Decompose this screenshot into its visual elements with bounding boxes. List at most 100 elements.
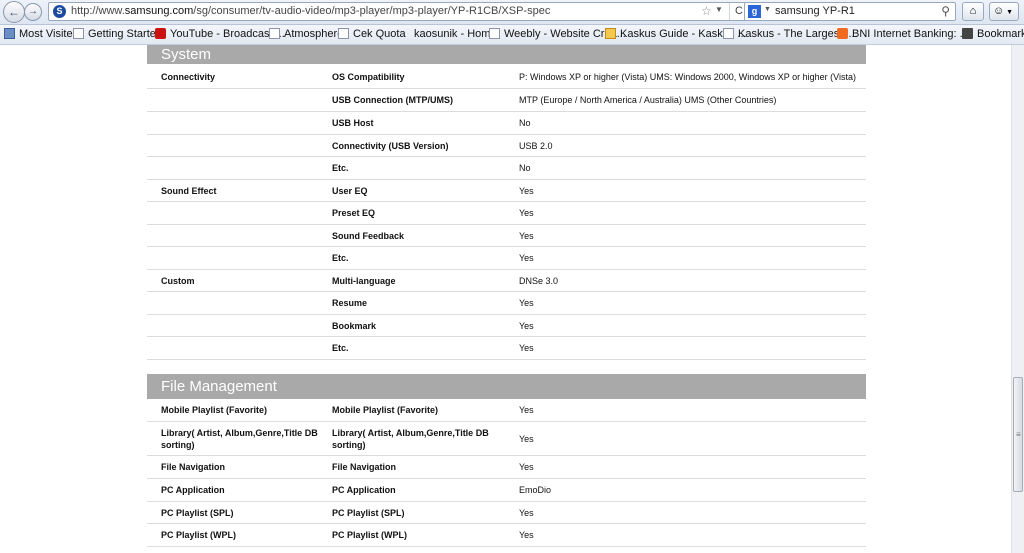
spec-group: PC Application (161, 485, 225, 495)
spec-group: Connectivity (161, 72, 216, 82)
most-visited-icon (4, 28, 15, 39)
spec-group (161, 112, 326, 134)
bookmarks-icon (962, 28, 973, 39)
table-row: Etc. No (147, 157, 866, 180)
section-title: System (161, 46, 212, 63)
bookmark-most-visited[interactable]: Most Visited (4, 28, 79, 40)
spec-label: Preset EQ (332, 208, 376, 218)
chevron-down-icon: ▼ (1004, 9, 1014, 16)
forward-arrow-icon: → (28, 6, 38, 17)
bookmark-label: Most Visited (19, 28, 79, 40)
url-text[interactable]: http://www.samsung.com/sg/consumer/tv-au… (71, 5, 550, 17)
table-row: USB Host No (147, 112, 866, 135)
page-icon (338, 28, 349, 39)
spec-label: Etc. (332, 343, 349, 353)
bookmark-atmosphere[interactable]: Atmosphere (269, 28, 343, 40)
smiley-addon-icon: ☺ (993, 5, 1005, 17)
spec-group (161, 157, 326, 179)
page-icon (489, 28, 500, 39)
google-engine-icon[interactable]: g (748, 5, 761, 18)
vertical-scrollbar[interactable]: ≡ (1011, 45, 1024, 553)
spec-label: PC Application (332, 485, 396, 495)
spec-value: EmoDio (519, 485, 552, 495)
spec-group: PC Playlist (WPL) (161, 530, 237, 540)
back-arrow-icon: ← (8, 5, 20, 19)
bookmarks-menu[interactable]: Bookmarks (962, 28, 1024, 40)
chevron-down-icon[interactable]: ▼ (764, 6, 771, 13)
spec-value: Yes (519, 433, 534, 444)
spec-label: Mobile Playlist (Favorite) (332, 405, 439, 415)
spec-label: USB Host (332, 118, 374, 128)
table-row: Resume Yes (147, 292, 866, 315)
bookmark-cek-quota[interactable]: Cek Quota (338, 28, 406, 40)
spec-label: Multi-language (332, 275, 396, 286)
forward-button[interactable]: → (24, 3, 42, 21)
bookmark-getting-started[interactable]: Getting Started (73, 28, 162, 40)
spec-value: Yes (519, 185, 534, 196)
address-bar[interactable]: S http://www.samsung.com/sg/consumer/tv-… (48, 2, 758, 21)
url-path: /sg/consumer/tv-audio-video/mp3-player/m… (193, 5, 551, 17)
bookmark-youtube[interactable]: YouTube - Broadcast ... (155, 28, 285, 40)
spec-value: USB 2.0 (519, 140, 553, 151)
spec-label: Library( Artist, Album,Genre,Title DB so… (332, 427, 489, 450)
spec-group (161, 89, 326, 111)
spec-group: Sound Effect (161, 185, 217, 196)
bookmark-bni[interactable]: BNI Internet Banking: ... (837, 28, 969, 40)
navigation-toolbar: ← → S http://www.samsung.com/sg/consumer… (0, 0, 1024, 25)
spec-value: Yes (519, 253, 534, 263)
bookmark-label: Atmosphere (284, 28, 344, 40)
spec-label: Bookmark (332, 320, 377, 331)
table-row: Etc. Yes (147, 247, 866, 270)
spec-label: Connectivity (USB Version) (332, 140, 449, 151)
bookmark-label: BNI Internet Banking: ... (852, 28, 969, 40)
spec-label: PC Playlist (SPL) (332, 507, 405, 518)
spec-value: Yes (519, 343, 534, 353)
spec-value: Yes (519, 405, 534, 415)
spec-label: USB Connection (MTP/UMS) (332, 95, 453, 105)
page-icon (269, 28, 280, 39)
search-input[interactable]: samsung YP-R1 (775, 5, 855, 17)
bookmark-label: Cek Quota (353, 28, 406, 40)
bookmarks-toolbar: Most Visited Getting Started YouTube - B… (0, 25, 1024, 45)
spec-group (161, 247, 326, 269)
spec-value: Yes (519, 298, 534, 308)
spec-label: PC Playlist (WPL) (332, 530, 408, 540)
section-header-system: System (147, 45, 866, 64)
spec-label: Resume (332, 298, 368, 308)
spec-value: No (519, 163, 531, 173)
spec-group (161, 202, 326, 224)
bookmark-label: Getting Started (88, 28, 162, 40)
table-row: Connectivity OS Compatibility P: Windows X… (147, 66, 866, 89)
url-prefix: http://www. (71, 5, 125, 17)
bookmark-star-icon[interactable]: ☆ (701, 4, 712, 18)
chevron-down-icon[interactable]: ▼ (715, 5, 723, 14)
samsung-site-icon: S (53, 5, 66, 18)
spec-label: User EQ (332, 185, 368, 196)
spec-label: File Navigation (332, 462, 397, 472)
spec-value: Yes (519, 530, 534, 540)
search-icon[interactable]: ⚲ (941, 4, 950, 18)
spec-value: Yes (519, 507, 534, 518)
scrollbar-thumb[interactable]: ≡ (1013, 377, 1023, 492)
section-title: File Management (161, 378, 277, 395)
search-bar[interactable]: g ▼ samsung YP-R1 ⚲ (744, 2, 956, 21)
home-icon: ⌂ (969, 5, 977, 17)
spec-label: OS Compatibility (332, 72, 405, 82)
table-row: PC Playlist (SPL) PC Playlist (SPL) Yes (147, 502, 866, 524)
table-row: Sound Effect User EQ Yes (147, 180, 866, 202)
bookmark-label: kaosunik - Home (414, 28, 497, 40)
bni-icon (837, 28, 848, 39)
bookmark-kaosunik[interactable]: kaosunik - Home (414, 28, 497, 40)
spec-label: Sound Feedback (332, 230, 405, 241)
bookmarks-menu-label: Bookmarks (977, 28, 1024, 40)
spec-value: Yes (519, 230, 534, 241)
home-button[interactable]: ⌂ (962, 2, 984, 21)
addon-button[interactable]: ☺ ▼ (989, 2, 1019, 21)
grip-icon: ≡ (1016, 430, 1021, 439)
mail-icon (605, 28, 616, 39)
spec-group: Library( Artist, Album,Genre,Title DB so… (161, 427, 318, 450)
section-header-file-management: File Management (147, 374, 866, 399)
back-button[interactable]: ← (3, 1, 25, 23)
spec-group: Custom (161, 275, 195, 286)
spec-label: Etc. (332, 253, 349, 263)
